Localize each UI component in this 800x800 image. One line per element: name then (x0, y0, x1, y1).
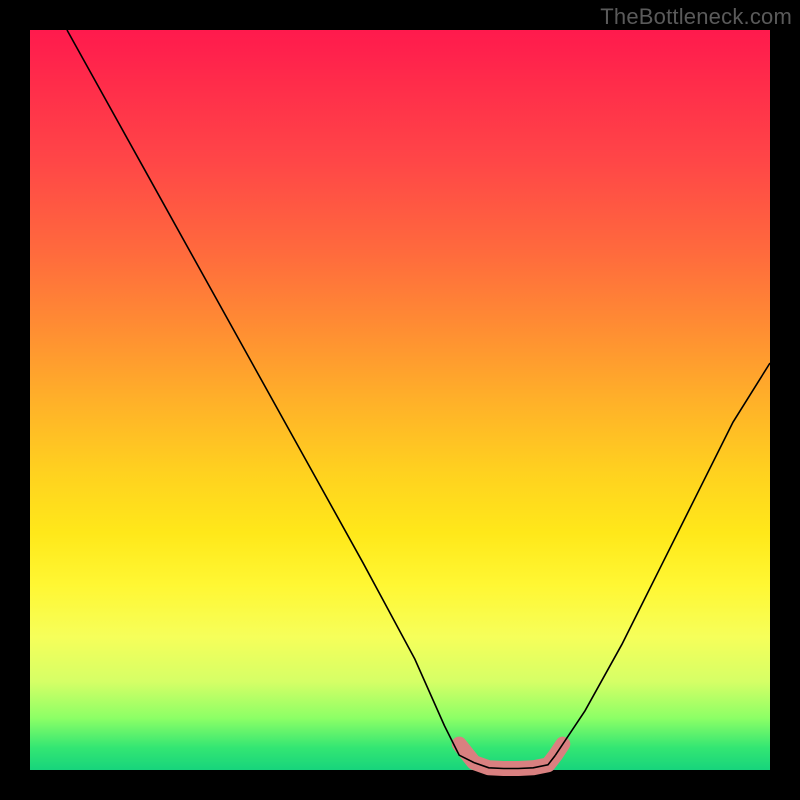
watermark-text: TheBottleneck.com (600, 4, 792, 30)
chart-frame: TheBottleneck.com (0, 0, 800, 800)
curve-right-branch (555, 363, 770, 755)
curve-left-branch (67, 30, 474, 763)
chart-svg (30, 30, 770, 770)
